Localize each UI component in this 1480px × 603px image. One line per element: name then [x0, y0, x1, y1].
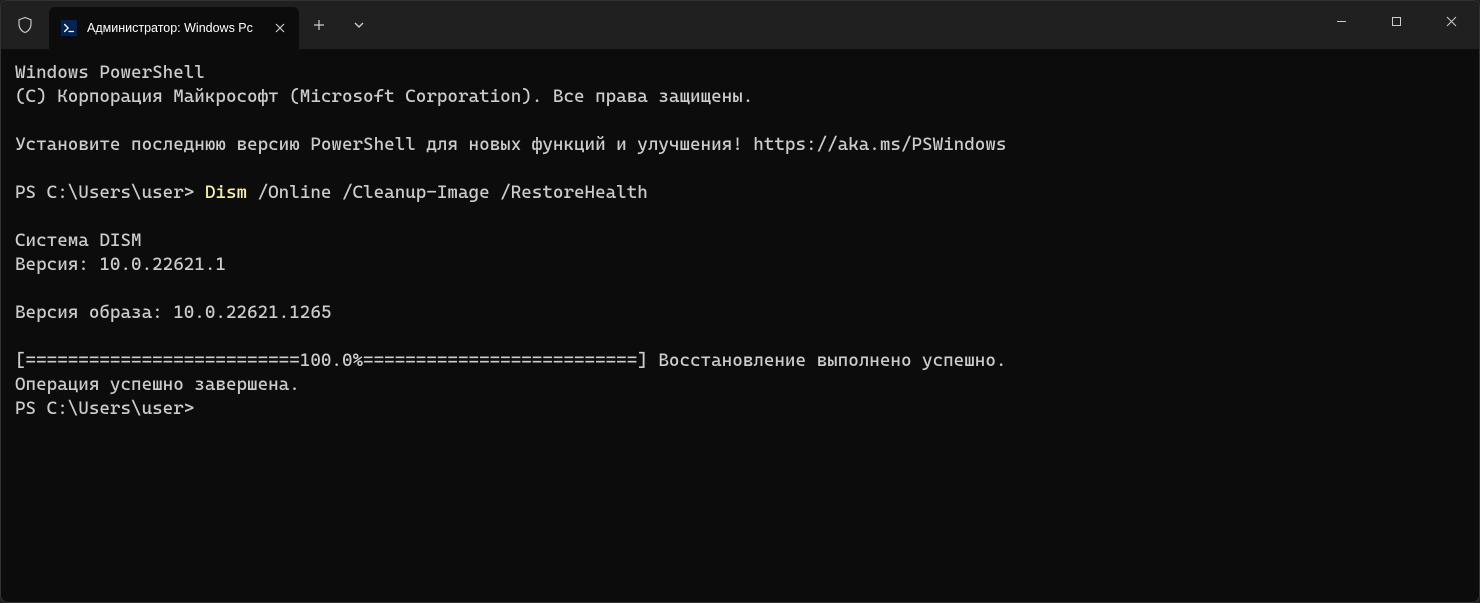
output-line: (C) Корпорация Майкрософт (Microsoft Cor…: [15, 86, 753, 107]
new-tab-button[interactable]: [299, 5, 339, 45]
close-button[interactable]: [1424, 1, 1479, 41]
minimize-button[interactable]: [1314, 1, 1369, 41]
output-line: Windows PowerShell: [15, 62, 205, 83]
output-line: Установите последнюю версию PowerShell д…: [15, 134, 1006, 155]
powershell-icon: [61, 20, 77, 36]
output-line: Версия образа: 10.0.22621.1265: [15, 302, 331, 323]
output-line: Операция успешно завершена.: [15, 374, 300, 395]
window-controls: [1314, 1, 1479, 41]
admin-shield-icon: [1, 1, 49, 49]
maximize-button[interactable]: [1369, 1, 1424, 41]
tab-title: Администратор: Windows Pc: [87, 21, 261, 35]
tab-powershell[interactable]: Администратор: Windows Pc: [49, 7, 299, 49]
terminal-window: Администратор: Windows Pc Windows PowerS…: [0, 0, 1480, 603]
output-line: Версия: 10.0.22621.1: [15, 254, 226, 275]
titlebar[interactable]: Администратор: Windows Pc: [1, 1, 1479, 49]
prompt-prefix: PS C:\Users\user>: [15, 398, 194, 419]
tab-dropdown-button[interactable]: [339, 5, 379, 45]
tab-close-button[interactable]: [271, 19, 289, 37]
output-line: Система DISM: [15, 230, 142, 251]
command-name: Dism: [205, 182, 247, 203]
terminal-output[interactable]: Windows PowerShell (C) Корпорация Майкро…: [1, 49, 1479, 602]
prompt-prefix: PS C:\Users\user>: [15, 182, 205, 203]
command-args: /Online /Cleanup-Image /RestoreHealth: [247, 182, 648, 203]
progress-line: [==========================100.0%=======…: [15, 350, 1006, 371]
